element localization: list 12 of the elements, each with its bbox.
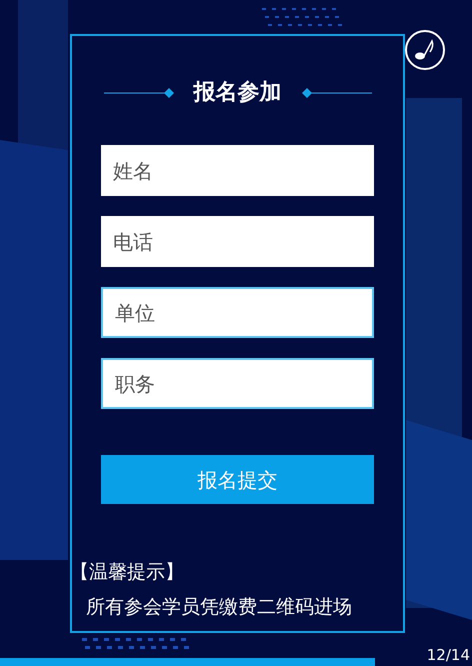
input-field[interactable]: 姓名 [101,145,374,196]
notice-text: 所有参会学员凭缴费二维码进场 [86,594,353,620]
input-field[interactable]: 电话 [101,216,374,267]
page-indicator: 12/14 [426,645,470,666]
input-field[interactable]: 单位 [101,287,374,338]
submit-button[interactable]: 报名提交 [101,455,374,504]
notice-heading: 【温馨提示】 [70,560,185,585]
divider-ornament-icon [302,88,372,98]
form-title: 报名参加 [192,79,282,107]
music-button[interactable] [405,30,445,70]
input-field[interactable]: 职务 [101,358,374,409]
divider-ornament-icon [104,88,174,98]
